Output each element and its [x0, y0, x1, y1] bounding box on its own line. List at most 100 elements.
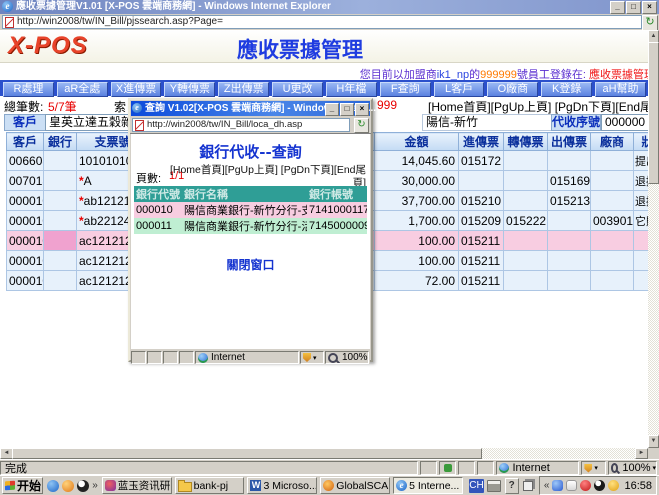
popup-address-input[interactable]: http://win2008/tw/IN_Bill/loca_dh.asp: [132, 118, 350, 132]
check-no: A: [84, 174, 92, 188]
menu-help[interactable]: aH幫助: [595, 82, 646, 97]
bank-field[interactable]: 陽信-新竹: [422, 114, 553, 131]
cell-bank-account: 7145000009: [307, 218, 367, 234]
collect-seq-input[interactable]: 000000: [601, 114, 652, 131]
cell-transfer-voucher: [504, 171, 548, 191]
tray-alert-icon[interactable]: [580, 480, 591, 491]
cell-transfer-voucher: [504, 271, 548, 291]
col-amount: 金額: [375, 133, 459, 151]
minimize-button[interactable]: _: [610, 1, 625, 14]
scroll-right-button[interactable]: ►: [635, 448, 648, 459]
refresh-button[interactable]: ↻: [642, 15, 658, 31]
vertical-scroll-thumb[interactable]: [648, 42, 659, 184]
desktop-tray-icon[interactable]: [523, 481, 533, 491]
main-address-input[interactable]: http://win2008/tw/IN_Bill/pjssearch.asp?…: [2, 15, 642, 29]
popup-zoom-pane[interactable]: 100%: [325, 351, 369, 364]
menu-year-file[interactable]: H年檔: [326, 82, 377, 97]
tray-collapse-chevron[interactable]: «: [544, 480, 550, 491]
taskbar: 开始 » 蓝玉资讯研... bank-pj W 3 Microso... ▼ G…: [0, 475, 659, 495]
restore-button[interactable]: □: [626, 1, 641, 14]
popup-minimize-button[interactable]: _: [325, 103, 339, 116]
vertical-scrollbar[interactable]: ▲ ▼: [648, 30, 659, 448]
status-progress-icon: [444, 464, 452, 472]
index-value: 999: [377, 98, 397, 112]
cell-bank-name: 陽信商業銀行-新竹分行-支存: [182, 202, 307, 218]
cell-bank-account: 7141000117: [307, 202, 367, 218]
cell-bank: [44, 231, 77, 251]
popup-restore-button[interactable]: □: [340, 103, 354, 116]
horizontal-scrollbar[interactable]: ◄ ►: [0, 448, 648, 459]
task-ie-group[interactable]: e 5 Interne... ▼: [393, 477, 463, 494]
popup-security-shield-icon: [303, 353, 311, 362]
status-zoom-pane[interactable]: 100%▾: [608, 461, 657, 475]
word-icon: W: [250, 480, 261, 491]
popup-body: 銀行代收--查詢 頁數: 1/1 [Home首頁][PgUp上頁] [PgDn下…: [131, 134, 370, 349]
scroll-down-button[interactable]: ▼: [648, 435, 659, 448]
help-tray-icon[interactable]: ?: [505, 478, 519, 494]
task-word-group[interactable]: W 3 Microso... ▼: [247, 477, 317, 494]
tray-document-icon[interactable]: [566, 480, 577, 491]
status-pane-1: [420, 461, 437, 475]
menu-vendor[interactable]: O廠商: [487, 82, 538, 97]
status-security-pane[interactable]: ▾: [581, 461, 606, 475]
cell-customer: 000010: [7, 191, 44, 211]
task-bankpj-folder[interactable]: bank-pj: [175, 477, 245, 494]
menu-modify[interactable]: U更改: [272, 82, 323, 97]
popup-page-label: 頁數:: [136, 170, 161, 186]
page-nav-links[interactable]: [Home首頁][PgUp上頁] [PgDn下頁][End尾頁]: [428, 98, 659, 115]
menu-transfer-voucher[interactable]: Y轉傳票: [164, 82, 215, 97]
status-progress-pane: [439, 461, 456, 475]
cell-out-voucher: [548, 151, 591, 171]
task-lanyu-app[interactable]: 蓝玉资讯研...: [102, 477, 172, 494]
screen: e 應收票據管理V1.01 [X-POS 雲端商務網] - Windows In…: [0, 0, 659, 495]
tray-qq-icon[interactable]: [594, 480, 605, 491]
popup-heading: 銀行代收--查詢: [131, 141, 370, 162]
popup-close-button[interactable]: ×: [355, 103, 369, 116]
popup-address-bar: http://win2008/tw/IN_Bill/loca_dh.asp ↻: [130, 117, 371, 134]
menu-login[interactable]: K登錄: [541, 82, 592, 97]
start-button[interactable]: 开始: [2, 477, 43, 494]
collect-seq-label: 代收序號: [551, 114, 601, 131]
tray-clock-icon[interactable]: [608, 480, 619, 491]
cell-amount: 37,700.00: [375, 191, 459, 211]
close-button[interactable]: ×: [642, 1, 657, 14]
popup-zoom-level: 100%: [342, 352, 368, 363]
popup-security-pane[interactable]: ▾: [300, 351, 324, 364]
menu-process-all[interactable]: aR全處: [57, 82, 108, 97]
tray-messenger-icon[interactable]: [552, 480, 563, 491]
task-globalscape[interactable]: GlobalSCAP...: [320, 477, 390, 494]
quicklaunch-messenger-icon[interactable]: [62, 480, 74, 492]
menu-out-voucher[interactable]: Z出傳票: [218, 82, 269, 97]
menu-customer[interactable]: L客戶: [434, 82, 485, 97]
popup-titlebar[interactable]: e 查詢 V1.02[X-POS 雲端商務網] - Windows Intern…: [131, 101, 370, 116]
total-count-value: 5/7筆: [48, 98, 77, 115]
horizontal-scroll-thumb[interactable]: [12, 448, 482, 459]
main-window-title: 應收票據管理V1.01 [X-POS 雲端商務網] - Windows Inte…: [16, 0, 331, 14]
cell-vendor: [591, 151, 634, 171]
bank-row[interactable]: 000011 陽信商業銀行-新竹分行-活存 7145000009: [134, 218, 367, 234]
cell-in-voucher: [459, 171, 504, 191]
menu-in-voucher[interactable]: X進傳票: [111, 82, 162, 97]
close-window-link[interactable]: 關閉窗口: [131, 256, 370, 273]
popup-status-pane-2: [147, 351, 162, 364]
printer-tray-icon[interactable]: [487, 480, 501, 492]
task-label: 蓝玉资讯研...: [118, 478, 172, 493]
cell-bank-code: 000010: [134, 202, 182, 218]
language-indicator[interactable]: CH: [469, 479, 484, 493]
bank-row[interactable]: 000010 陽信商業銀行-新竹分行-支存 7141000117: [134, 202, 367, 218]
popup-ie-icon: e: [132, 103, 142, 113]
popup-refresh-button[interactable]: ↻: [354, 118, 369, 133]
menu-process[interactable]: R處理: [3, 82, 54, 97]
quicklaunch-ie-icon[interactable]: [47, 480, 59, 492]
login-suffix: 號員工登錄在:: [517, 69, 589, 81]
cell-in-voucher: 015211: [459, 271, 504, 291]
col-out-voucher: 出傳票: [548, 133, 591, 151]
status-pane-2: [458, 461, 475, 475]
col-in-voucher: 進傳票: [459, 133, 504, 151]
cell-in-voucher: 015209: [459, 211, 504, 231]
popup-zone-pane: Internet: [195, 351, 299, 364]
quicklaunch-overflow-chevron[interactable]: »: [92, 480, 98, 491]
menu-query[interactable]: F查詢: [380, 82, 431, 97]
quicklaunch-qq-icon[interactable]: [77, 480, 89, 492]
task-group-dropdown-icon[interactable]: ▼: [461, 482, 463, 489]
